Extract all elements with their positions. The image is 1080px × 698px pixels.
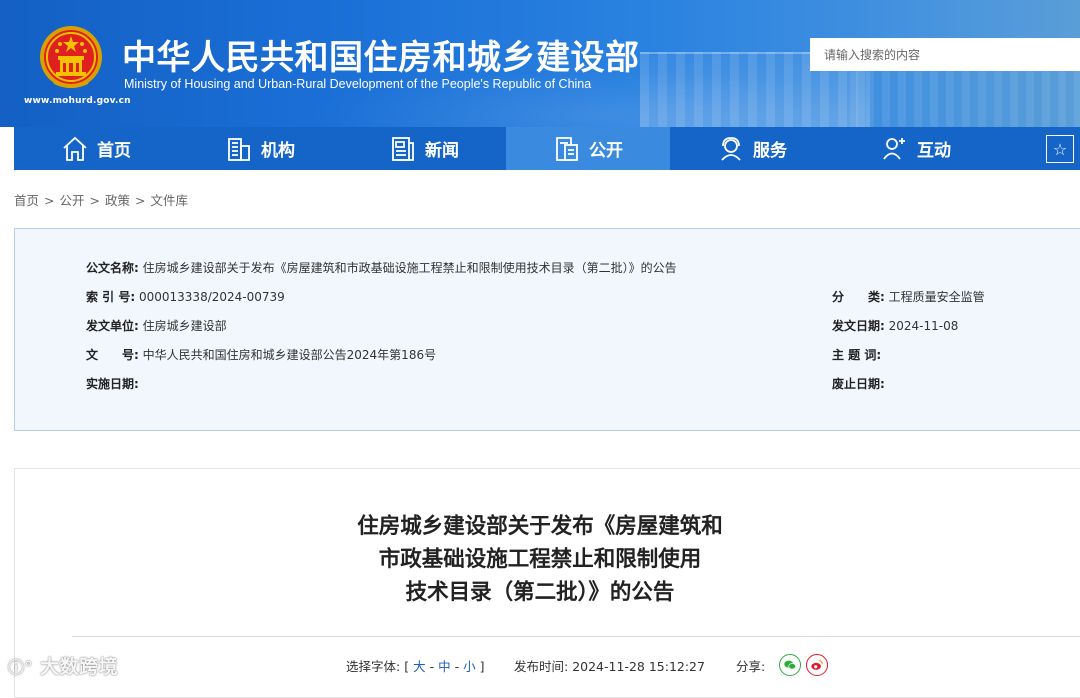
document-icon [556, 136, 578, 161]
article-title: 住房城乡建设部关于发布《房屋建筑和 市政基础设施工程禁止和限制使用 技术目录（第… [0, 510, 1080, 609]
breadcrumb-policy[interactable]: 政策 [105, 193, 130, 208]
publish-time-label: 发布时间: [514, 659, 569, 674]
doc-no-label: 文 号: [86, 348, 139, 362]
nav-item-news[interactable]: 新闻 [342, 127, 506, 170]
issue-date-label: 发文日期: [832, 319, 885, 333]
article-title-line: 技术目录（第二批）》的公告 [405, 580, 675, 605]
font-bracket-close: ] [479, 659, 485, 674]
weibo-icon[interactable] [806, 654, 828, 676]
effective-date-row: 实施日期: [86, 375, 139, 392]
breadcrumb-separator: > [44, 193, 55, 208]
breadcrumb-separator: > [89, 193, 100, 208]
nav-item-service[interactable]: 服务 [670, 127, 834, 170]
watermark-text: 大数跨境 [40, 656, 119, 678]
watermark: ⓘ° 大数跨境 [8, 652, 118, 679]
building-icon [228, 137, 250, 161]
news-icon [392, 136, 414, 161]
search-input[interactable] [810, 38, 1080, 71]
article-title-line: 市政基础设施工程禁止和限制使用 [378, 547, 702, 572]
nav-item-public[interactable]: 公开 [506, 127, 670, 170]
doc-name-label: 公文名称: [86, 261, 139, 275]
issuer-label: 发文单位: [86, 319, 139, 333]
abolish-date-row: 废止日期: [832, 375, 885, 392]
service-icon [721, 136, 741, 161]
article-title-line: 住房城乡建设部关于发布《房屋建筑和 [357, 514, 723, 539]
main-nav: 首页 机构 新闻 公开 服务 互动 ☆ [14, 127, 1080, 170]
font-size-label: 选择字体: [346, 659, 401, 674]
wechat-icon[interactable] [779, 654, 801, 676]
nav-label: 机构 [261, 141, 295, 161]
font-large-link[interactable]: 大 [413, 659, 426, 674]
doc-name-value: 住房城乡建设部关于发布《房屋建筑和市政基础设施工程禁止和限制使用技术目录（第二批… [142, 261, 677, 275]
breadcrumb-public[interactable]: 公开 [60, 193, 85, 208]
breadcrumb: 首页 > 公开 > 政策 > 文件库 [14, 190, 188, 209]
doc-no-value: 中华人民共和国住房和城乡建设部公告2024年第186号 [142, 348, 437, 362]
keywords-row: 主 题 词: [832, 346, 881, 363]
font-separator: - [429, 659, 435, 674]
abolish-date-label: 废止日期: [832, 377, 885, 391]
font-small-link[interactable]: 小 [463, 659, 476, 674]
issue-date-value: 2024-11-08 [888, 319, 959, 333]
star-icon[interactable]: ☆ [1046, 135, 1074, 163]
site-header: www.mohurd.gov.cn 中华人民共和国住房和城乡建设部 Minist… [0, 0, 1080, 127]
effective-date-label: 实施日期: [86, 377, 139, 391]
nav-label: 公开 [589, 141, 623, 161]
category-label: 分 类: [832, 290, 885, 304]
category-value: 工程质量安全监管 [888, 290, 985, 304]
share-label: 分享: [736, 659, 766, 674]
index-row: 索 引 号: 000013338/2024-00739 [86, 288, 285, 305]
font-bracket-open: [ [404, 659, 410, 674]
nav-item-interaction[interactable]: 互动 [834, 127, 998, 170]
national-emblem-icon[interactable] [38, 24, 104, 92]
index-label: 索 引 号: [86, 290, 136, 304]
category-row: 分 类: 工程质量安全监管 [832, 288, 985, 305]
interact-icon [883, 137, 905, 160]
font-size-selector: 选择字体: [ 大 - 中 - 小 ] [346, 656, 484, 675]
title-divider [72, 636, 1080, 637]
breadcrumb-separator: > [135, 193, 146, 208]
site-subtitle: Ministry of Housing and Urban-Rural Deve… [124, 77, 592, 91]
site-url: www.mohurd.gov.cn [24, 96, 131, 106]
nav-label: 服务 [753, 141, 787, 161]
breadcrumb-file-library[interactable]: 文件库 [151, 193, 189, 208]
publish-time-value: 2024-11-28 15:12:27 [572, 659, 705, 674]
issuer-value: 住房城乡建设部 [142, 319, 227, 333]
home-icon [63, 136, 87, 161]
issuer-row: 发文单位: 住房城乡建设部 [86, 317, 227, 334]
publish-time: 发布时间: 2024-11-28 15:12:27 [514, 656, 705, 675]
nav-item-organization[interactable]: 机构 [178, 127, 342, 170]
doc-name-row: 公文名称: 住房城乡建设部关于发布《房屋建筑和市政基础设施工程禁止和限制使用技术… [86, 259, 677, 276]
nav-label: 互动 [917, 141, 951, 161]
nav-item-home[interactable]: 首页 [14, 127, 178, 170]
font-separator: - [454, 659, 460, 674]
doc-no-row: 文 号: 中华人民共和国住房和城乡建设部公告2024年第186号 [86, 346, 436, 363]
issue-date-row: 发文日期: 2024-11-08 [832, 317, 958, 334]
site-title: 中华人民共和国住房和城乡建设部 [122, 38, 640, 78]
nav-label: 新闻 [425, 141, 459, 161]
watermark-logo-icon: ⓘ° [8, 658, 34, 677]
nav-label: 首页 [97, 141, 131, 161]
breadcrumb-home[interactable]: 首页 [14, 193, 39, 208]
index-value: 000013338/2024-00739 [138, 290, 285, 304]
font-medium-link[interactable]: 中 [438, 659, 451, 674]
keywords-label: 主 题 词: [832, 348, 882, 362]
